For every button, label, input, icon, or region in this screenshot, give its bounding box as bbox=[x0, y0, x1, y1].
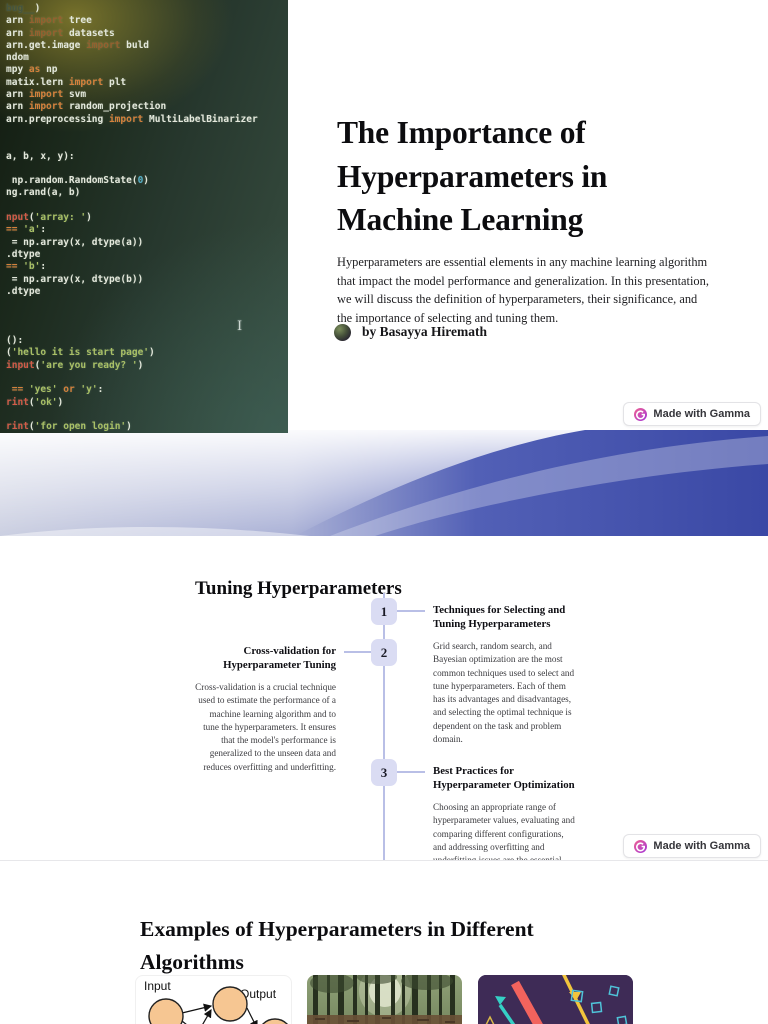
timeline-item-3-heading: Best Practices for Hyperparameter Optimi… bbox=[433, 765, 575, 791]
made-with-gamma-badge[interactable]: Made with Gamma bbox=[623, 402, 761, 426]
badge-label: Made with Gamma bbox=[653, 408, 750, 420]
timeline-item-1: Techniques for Selecting and Tuning Hype… bbox=[433, 604, 575, 746]
timeline-connector-2 bbox=[344, 651, 371, 653]
timeline-number-2: 2 bbox=[371, 639, 397, 666]
timeline-number-1: 1 bbox=[371, 598, 397, 625]
code-text: bug__) arn import tree arn import datasets… bbox=[6, 3, 258, 433]
slide-examples: Examples of Hyperparameters in Different… bbox=[0, 861, 768, 1024]
presentation-description: Hyperparameters are essential elements i… bbox=[337, 255, 709, 325]
timeline-item-2: Cross-validation for Hyperparameter Tuni… bbox=[194, 645, 336, 774]
made-with-gamma-badge[interactable]: Made with Gamma bbox=[623, 834, 761, 858]
wave-banner-image bbox=[0, 430, 768, 536]
timeline-item-3: Best Practices for Hyperparameter Optimi… bbox=[433, 765, 575, 861]
timeline-item-3-body: Choosing an appropriate range of hyperpa… bbox=[433, 802, 575, 861]
author-row: by Basayya Hiremath bbox=[334, 323, 487, 341]
neural-network-image: Input Output bbox=[135, 975, 292, 1024]
timeline-connector-3 bbox=[397, 771, 425, 773]
timeline-line bbox=[383, 593, 385, 860]
timeline-item-1-heading: Techniques for Selecting and Tuning Hype… bbox=[433, 604, 566, 630]
gamma-logo-icon bbox=[634, 839, 648, 853]
gamma-logo-icon bbox=[634, 407, 648, 421]
nn-input-label: Input bbox=[144, 979, 171, 993]
timeline-item-2-heading: Cross-validation for Hyperparameter Tuni… bbox=[223, 645, 336, 671]
presentation-title: The Importance of Hyperparameters in Mac… bbox=[337, 115, 608, 238]
code-editor-photo: bug__) arn import tree arn import datasets… bbox=[0, 0, 288, 433]
author-avatar bbox=[334, 323, 351, 341]
timeline-item-1-body: Grid search, random search, and Bayesian… bbox=[433, 641, 575, 745]
gamma-presentation-page: bug__) arn import tree arn import datasets… bbox=[0, 0, 768, 1024]
badge-label: Made with Gamma bbox=[653, 840, 750, 852]
slide3-title: Examples of Hyperparameters in Different… bbox=[140, 916, 534, 975]
text-cursor: I bbox=[237, 319, 243, 334]
slide-tuning-hyperparameters: Tuning Hyperparameters 1 Techniques for … bbox=[0, 536, 768, 861]
slide-title-card: bug__) arn import tree arn import datasets… bbox=[0, 0, 768, 433]
optimization-graphic-image bbox=[478, 975, 633, 1024]
forest-photo-image bbox=[307, 975, 462, 1024]
slide2-title: Tuning Hyperparameters bbox=[195, 577, 402, 599]
timeline-number-3: 3 bbox=[371, 759, 397, 786]
timeline-connector-1 bbox=[397, 610, 425, 612]
timeline-item-2-body: Cross-validation is a crucial technique … bbox=[195, 682, 336, 772]
author-name: by Basayya Hiremath bbox=[362, 324, 488, 339]
